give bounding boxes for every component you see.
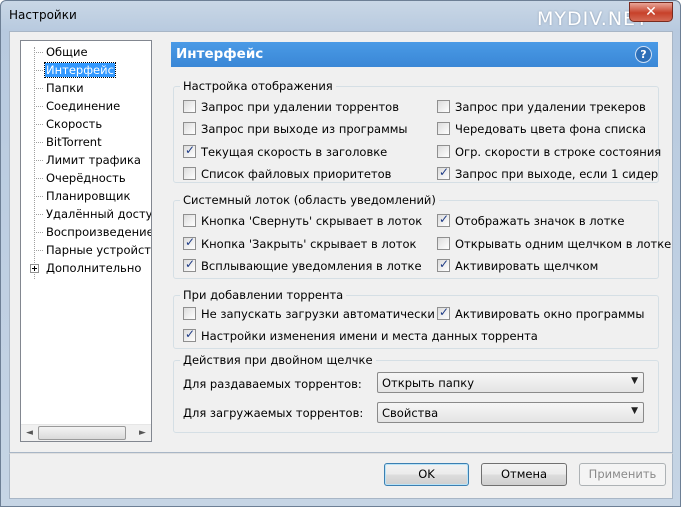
double-click-group: Действия при двойном щелчке Для раздавае… (173, 353, 659, 433)
checkbox-label: Открывать одним щелчком в лотке (455, 237, 672, 251)
checkbox-label: Запрос при выходе из программы (201, 122, 408, 136)
dropdown-arrow-icon: ▼ (631, 406, 638, 416)
tree-item-label: Воспроизведение (46, 225, 151, 239)
checkbox-box[interactable] (183, 100, 196, 113)
checkbox-label: Активировать щелчком (455, 259, 599, 273)
scroll-left-icon[interactable]: ◄ (21, 425, 38, 441)
expand-plus-icon[interactable] (30, 264, 39, 273)
help-icon[interactable]: ? (635, 46, 652, 63)
panel-title: Интерфейс (176, 46, 264, 62)
tree-item-interface[interactable]: Интерфейс (21, 61, 151, 79)
ok-button[interactable]: OK (384, 463, 469, 486)
dropdown-arrow-icon: ▼ (631, 376, 638, 386)
checkbox-label: Кнопка 'Закрыть' скрывает в лоток (201, 237, 417, 251)
checkbox-box[interactable] (183, 122, 196, 135)
group-title: При добавлении торрента (180, 288, 347, 302)
checkbox-box[interactable] (183, 257, 196, 272)
tree-item-label: Удалённый доступ (46, 207, 151, 221)
group-title: Системный лоток (область уведомлений) (180, 193, 439, 207)
tree-item-label: BitTorrent (46, 135, 102, 149)
seeding-action-label: Для раздаваемых торрентов: (183, 377, 362, 391)
checkbox-label: Список файловых приоритетов (201, 167, 392, 181)
tree-horizontal-scrollbar[interactable]: ◄ ► (21, 424, 151, 441)
tree-item-label: Очерёдность (46, 171, 126, 185)
checkbox-box[interactable] (437, 165, 450, 180)
title-bar[interactable]: Настройки MYDIV.NET ✕ (1, 1, 680, 31)
checkbox-label: Чередовать цвета фона списка (455, 122, 647, 136)
adding-torrent-group: При добавлении торрента Не запускать заг… (173, 288, 659, 349)
tree-item-label: Интерфейс (44, 62, 116, 78)
checkbox-box[interactable] (437, 100, 450, 113)
tree-item-traffic-limit[interactable]: Лимит трафика (21, 151, 151, 169)
button-bar: OK Отмена Применить (9, 453, 673, 499)
tree-item-scheduler[interactable]: Планировщик (21, 187, 151, 205)
checkbox-box[interactable] (437, 145, 450, 158)
checkbox-box[interactable] (183, 143, 196, 158)
tree-list: Общие Интерфейс Папки Соединение Скорост… (21, 41, 151, 425)
tree-item-advanced[interactable]: Дополнительно (21, 259, 151, 277)
checkbox-box[interactable] (437, 257, 450, 272)
scroll-right-icon[interactable]: ► (134, 425, 151, 441)
tree-item-folders[interactable]: Папки (21, 79, 151, 97)
tree-item-remote[interactable]: Удалённый доступ (21, 205, 151, 223)
tree-item-label: Скорость (46, 117, 103, 131)
tree-item-label: Дополнительно (46, 261, 142, 275)
checkbox-label: Текущая скорость в заголовке (201, 145, 388, 159)
checkbox-label: Запрос при выходе, если 1 сидер (455, 167, 659, 181)
window-title: Настройки (9, 8, 77, 22)
checkbox-box[interactable] (437, 122, 450, 135)
tree-item-label: Парные устройства (46, 243, 151, 257)
panel-header: Интерфейс ? (171, 42, 658, 67)
checkbox-label: Отображать значок в лотке (455, 214, 625, 228)
checkbox-box[interactable] (183, 307, 196, 320)
select-value: Свойства (382, 406, 439, 420)
group-title: Действия при двойном щелчке (180, 353, 376, 367)
scrollbar-thumb[interactable] (38, 426, 126, 440)
checkbox-box[interactable] (437, 237, 450, 250)
checkbox-box[interactable] (437, 305, 450, 320)
tree-item-label: Планировщик (46, 189, 131, 203)
tree-item-queueing[interactable]: Очерёдность (21, 169, 151, 187)
checkbox-label: Настройки изменения имени и места данных… (201, 329, 538, 343)
tree-item-label: Соединение (46, 99, 121, 113)
checkbox-label: Активировать окно программы (455, 307, 645, 321)
tree-item-bittorrent[interactable]: BitTorrent (21, 133, 151, 151)
checkbox-box[interactable] (437, 212, 450, 227)
checkbox-box[interactable] (183, 167, 196, 180)
downloading-action-label: Для загружаемых торрентов: (183, 406, 364, 420)
checkbox-label: Кнопка 'Свернуть' скрывает в лоток (201, 214, 423, 228)
group-title: Настройка отображения (180, 79, 336, 93)
apply-button[interactable]: Применить (579, 463, 666, 486)
checkbox-label: Запрос при удалении торрентов (201, 100, 399, 114)
checkbox-label: Запрос при удалении трекеров (455, 100, 646, 114)
settings-window: Настройки MYDIV.NET ✕ Общие Интерфейс Па… (0, 0, 681, 507)
select-value: Открыть папку (382, 376, 475, 390)
display-settings-group: Настройка отображения Запрос при удалени… (173, 79, 662, 183)
tree-item-label: Общие (46, 45, 88, 59)
close-icon: ✕ (645, 4, 657, 20)
seeding-action-select[interactable]: Открыть папку ▼ (377, 372, 644, 393)
settings-tree[interactable]: Общие Интерфейс Папки Соединение Скорост… (20, 40, 152, 442)
checkbox-box[interactable] (183, 235, 196, 250)
checkbox-label: Не запускать загрузки автоматически (201, 307, 435, 321)
checkbox-label: Огр. скорости в строке состояния (455, 145, 662, 159)
tree-item-label: Лимит трафика (46, 153, 141, 167)
tree-item-paired-devices[interactable]: Парные устройства (21, 241, 151, 259)
cancel-button[interactable]: Отмена (481, 463, 567, 486)
tree-item-general[interactable]: Общие (21, 43, 151, 61)
tree-item-playback[interactable]: Воспроизведение (21, 223, 151, 241)
close-button[interactable]: ✕ (629, 2, 673, 22)
checkbox-box[interactable] (183, 214, 196, 227)
tree-item-label: Папки (46, 81, 84, 95)
system-tray-group: Системный лоток (область уведомлений) Кн… (173, 193, 671, 279)
downloading-action-select[interactable]: Свойства ▼ (377, 402, 644, 423)
tree-item-connection[interactable]: Соединение (21, 97, 151, 115)
checkbox-box[interactable] (183, 327, 196, 342)
checkbox-label: Всплывающие уведомления в лотке (201, 259, 422, 273)
tree-item-speed[interactable]: Скорость (21, 115, 151, 133)
